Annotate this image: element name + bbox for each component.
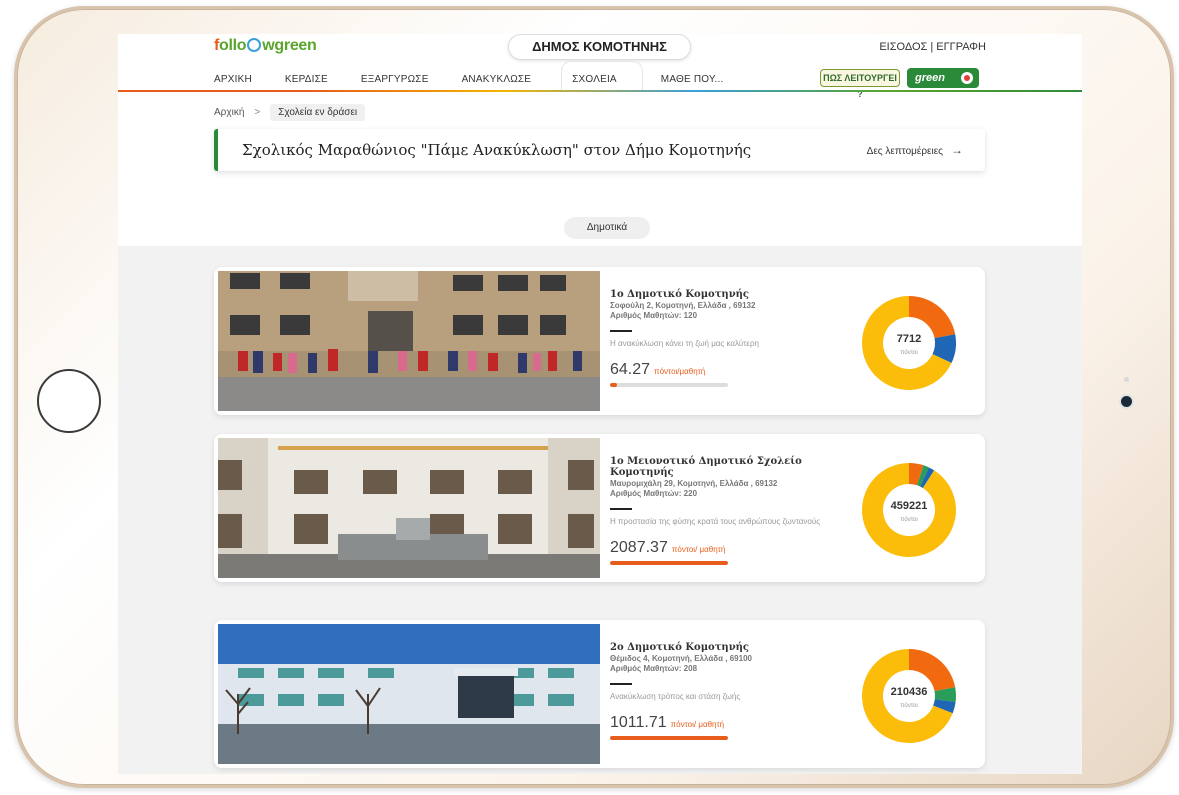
- school-motto: Η ανακύκλωση κάνει τη ζωή μας καλύτερη: [610, 339, 759, 348]
- points-value: 7712: [897, 333, 921, 345]
- camera-icon: [1121, 396, 1132, 407]
- school-motto: Ανακύκλωση τρόπος και στάση ζωής: [610, 692, 741, 701]
- nav-item-learn-where[interactable]: ΜΑΘΕ ΠΟΥ...: [661, 70, 724, 90]
- followgreen-logo[interactable]: follo wgreen: [214, 37, 317, 55]
- nav-item-schools[interactable]: ΣΧΟΛΕΙΑ: [572, 70, 617, 90]
- divider: [610, 683, 632, 685]
- breadcrumb-separator: >: [254, 107, 261, 118]
- main-nav: ΑΡΧΙΚΗ ΚΕΡΔΙΣΕ ΕΞΑΡΓΥΡΩΣΕ ΑΝΑΚΥΚΛΩΣΕ ΣΧΟ…: [214, 70, 756, 90]
- score-progress-fill: [610, 383, 618, 387]
- nav-item-redeem[interactable]: ΕΞΑΡΓΥΡΩΣΕ: [361, 70, 429, 90]
- marathon-banner: Σχολικός Μαραθώνιος "Πάμε Ανακύκλωση" στ…: [214, 129, 985, 171]
- school-students: Αριθμός Μαθητών: 120: [610, 311, 698, 320]
- school-card[interactable]: 1ο Δημοτικό Κομοτηνής Σοφούλη 2, Κομοτην…: [214, 267, 985, 415]
- logo-o-icon: [247, 38, 262, 52]
- school-photo: [218, 438, 600, 578]
- points-donut-chart: 210436 πόντοι: [862, 649, 956, 743]
- nav-item-earn[interactable]: ΚΕΡΔΙΣΕ: [285, 70, 328, 90]
- score-unit: πόντοι/ μαθητή: [670, 720, 725, 729]
- points-value: 459221: [891, 500, 928, 512]
- score-progress-bar: [610, 736, 728, 740]
- sensor-dot: [1124, 377, 1129, 382]
- green-badge-icon: [961, 72, 973, 84]
- score-per-student: 1011.71 πόντοι/ μαθητή: [610, 714, 760, 732]
- divider: [610, 330, 632, 332]
- header: follo wgreen ΔΗΜΟΣ ΚΟΜΟΤΗΝΗΣ ΕΙΣΟΔΟΣ | ΕΓ…: [118, 34, 1082, 99]
- school-info: 1ο Μειονοτικό Δημοτικό Σχολείο Κομοτηνής…: [610, 456, 850, 565]
- arrow-right-icon: →: [951, 143, 963, 157]
- points-donut-chart: 459221 πόντοι: [862, 463, 956, 557]
- screen: follo wgreen ΔΗΜΟΣ ΚΟΜΟΤΗΝΗΣ ΕΙΣΟΔΟΣ | ΕΓ…: [118, 34, 1082, 774]
- school-students: Αριθμός Μαθητών: 220: [610, 489, 698, 498]
- score-per-student: 64.27 πόντοι/μαθητή: [610, 361, 760, 379]
- breadcrumb-current: Σχολεία εν δράσει: [270, 104, 366, 121]
- score-unit: πόντοι/ μαθητή: [671, 545, 726, 554]
- municipality-selector[interactable]: ΔΗΜΟΣ ΚΟΜΟΤΗΝΗΣ: [508, 34, 691, 60]
- header-divider: [118, 90, 1082, 92]
- score-value: 1011.71: [610, 714, 667, 731]
- how-it-works-button[interactable]: ΠΩΣ ΛΕΙΤΟΥΡΓΕΙ ?: [820, 69, 900, 99]
- school-photo: [218, 624, 600, 764]
- nav-item-recycle[interactable]: ΑΝΑΚΥΚΛΩΣΕ: [462, 70, 532, 90]
- home-button[interactable]: [37, 369, 101, 433]
- nav-item-home[interactable]: ΑΡΧΙΚΗ: [214, 70, 252, 90]
- divider: [610, 508, 632, 510]
- green-badge-button[interactable]: green: [907, 68, 979, 88]
- points-unit: πόντοι: [900, 516, 918, 523]
- points-value: 210436: [891, 686, 928, 698]
- points-unit: πόντοι: [900, 349, 918, 356]
- school-motto: Η προστασία της φύσης κρατά τους ανθρώπο…: [610, 517, 821, 526]
- filter-primary-schools[interactable]: Δημοτικά: [564, 217, 650, 239]
- school-info: 1ο Δημοτικό Κομοτηνής Σοφούλη 2, Κομοτην…: [610, 289, 850, 387]
- banner-title: Σχολικός Μαραθώνιος "Πάμε Ανακύκλωση" στ…: [242, 141, 752, 159]
- points-unit: πόντοι: [900, 702, 918, 709]
- school-photo: [218, 271, 600, 411]
- school-info: 2ο Δημοτικό Κομοτηνής Θέμιδος 4, Κομοτην…: [610, 642, 850, 740]
- school-name[interactable]: 2ο Δημοτικό Κομοτηνής: [610, 642, 850, 653]
- school-name[interactable]: 1ο Μειονοτικό Δημοτικό Σχολείο Κομοτηνής: [610, 456, 850, 478]
- school-address: Θέμιδος 4, Κομοτηνή, Ελλάδα , 69100: [610, 654, 752, 663]
- score-progress-bar: [610, 561, 728, 565]
- points-donut-chart: 7712 πόντοι: [862, 296, 956, 390]
- score-per-student: 2087.37 πόντοι/ μαθητή: [610, 539, 760, 557]
- school-card[interactable]: 1ο Μειονοτικό Δημοτικό Σχολείο Κομοτηνής…: [214, 434, 985, 582]
- score-value: 2087.37: [610, 539, 668, 556]
- school-card[interactable]: 2ο Δημοτικό Κομοτηνής Θέμιδος 4, Κομοτην…: [214, 620, 985, 768]
- school-address: Σοφούλη 2, Κομοτηνή, Ελλάδα , 69132: [610, 301, 756, 310]
- score-value: 64.27: [610, 361, 651, 378]
- score-progress-fill: [610, 736, 728, 740]
- school-address: Μαυρομιχάλη 29, Κομοτηνή, Ελλάδα , 69132: [610, 479, 778, 488]
- school-name[interactable]: 1ο Δημοτικό Κομοτηνής: [610, 289, 850, 300]
- score-unit: πόντοι/μαθητή: [654, 367, 706, 376]
- breadcrumb: Αρχική > Σχολεία εν δράσει: [214, 104, 366, 121]
- login-register-link[interactable]: ΕΙΣΟΔΟΣ | ΕΓΓΡΑΦΗ: [879, 41, 986, 53]
- details-link[interactable]: Δες λεπτομέρειες →: [867, 143, 963, 157]
- school-students: Αριθμός Μαθητών: 208: [610, 664, 698, 673]
- score-progress-fill: [610, 561, 728, 565]
- breadcrumb-home[interactable]: Αρχική: [214, 107, 244, 118]
- score-progress-bar: [610, 383, 728, 387]
